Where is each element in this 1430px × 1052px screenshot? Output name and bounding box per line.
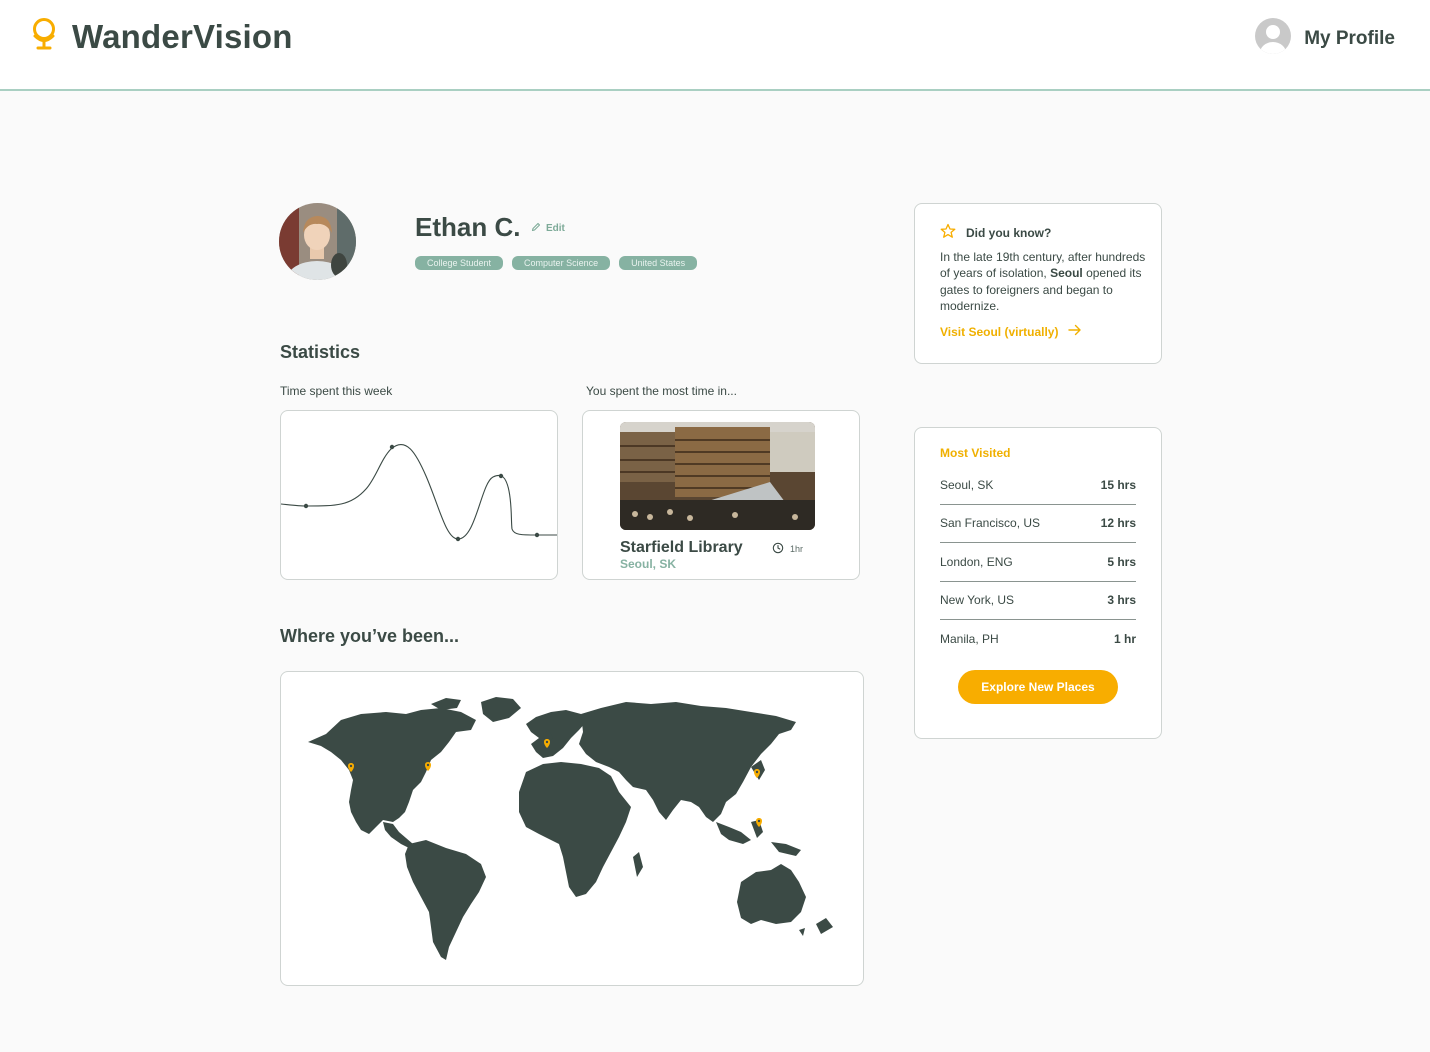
user-avatar (279, 203, 356, 280)
my-profile-link[interactable]: My Profile (1254, 17, 1395, 60)
edit-profile-button[interactable]: Edit (531, 222, 565, 235)
chart-point (498, 473, 504, 479)
did-you-know-card: Did you know? In the late 19th century, … (914, 203, 1162, 364)
visited-place: Manila, PH (940, 632, 999, 647)
visit-seoul-link[interactable]: Visit Seoul (virtually) (940, 324, 1082, 339)
visited-place: London, ENG (940, 554, 1013, 569)
place-name: Starfield Library (620, 539, 743, 556)
list-item[interactable]: Manila, PH 1 hr (940, 620, 1136, 659)
tag-occupation: College Student (415, 256, 504, 270)
time-curve (280, 443, 557, 542)
statistics-heading: Statistics (280, 342, 361, 362)
visited-place: Seoul, SK (940, 477, 994, 492)
visited-hours: 15 hrs (1100, 477, 1136, 492)
most-time-label: You spent the most time in... (586, 384, 737, 398)
did-you-know-text: In the late 19th century, after hundreds… (940, 249, 1150, 315)
visited-place: San Francisco, US (940, 516, 1041, 531)
did-you-know-title-text: Did you know? (966, 225, 1052, 240)
star-icon (940, 223, 956, 242)
my-profile-label: My Profile (1304, 27, 1395, 49)
list-item[interactable]: London, ENG 5 hrs (940, 543, 1136, 582)
world-map (308, 697, 833, 960)
arrow-right-icon (1068, 324, 1082, 339)
most-visited-title: Most Visited (940, 446, 1011, 460)
place-location: Seoul, SK (620, 557, 677, 571)
most-visited-card: Most Visited Seoul, SK 15 hrs San Franci… (914, 427, 1162, 739)
user-name: Ethan C. (415, 212, 521, 242)
world-map-card (280, 671, 864, 986)
chart-point (389, 444, 395, 450)
visited-place: New York, US (940, 593, 1015, 608)
logo[interactable]: WanderVision (30, 16, 293, 57)
did-you-know-title: Did you know? (940, 223, 1051, 242)
fact-highlight: Seoul (1050, 266, 1083, 281)
tag-field: Computer Science (512, 256, 611, 270)
pencil-icon (531, 222, 541, 235)
visited-hours: 12 hrs (1100, 516, 1136, 531)
most-visited-list: Seoul, SK 15 hrs San Francisco, US 12 hr… (940, 466, 1136, 659)
tag-country: United States (619, 256, 698, 270)
profile-tags: College Student Computer Science United … (415, 256, 698, 270)
list-item[interactable]: San Francisco, US 12 hrs (940, 505, 1136, 543)
globe-logo-icon (30, 16, 58, 57)
top-place-card[interactable]: Starfield Library Seoul, SK 1hr (582, 410, 860, 580)
user-avatar-icon (1254, 17, 1292, 60)
visited-hours: 5 hrs (1107, 554, 1136, 569)
place-time-value: 1hr (790, 544, 804, 554)
list-item[interactable]: New York, US 3 hrs (940, 582, 1136, 620)
visited-hours: 3 hrs (1107, 593, 1136, 608)
time-spent-label: Time spent this week (280, 384, 393, 398)
explore-new-places-button[interactable]: Explore New Places (958, 670, 1118, 704)
weekly-time-chart (280, 410, 558, 580)
place-photo (620, 422, 815, 530)
top-header: WanderVision My Profile (0, 0, 1430, 91)
chart-point (455, 536, 461, 542)
place-time: 1hr (772, 542, 803, 556)
clock-icon (772, 542, 784, 556)
chart-point (303, 503, 309, 509)
map-heading: Where you’ve been... (280, 626, 460, 646)
list-item[interactable]: Seoul, SK 15 hrs (940, 466, 1136, 505)
edit-label: Edit (546, 223, 565, 234)
chart-point (534, 532, 540, 538)
app-name: WanderVision (72, 17, 293, 55)
visit-seoul-label: Visit Seoul (virtually) (940, 324, 1059, 339)
visited-hours: 1 hr (1113, 632, 1136, 647)
